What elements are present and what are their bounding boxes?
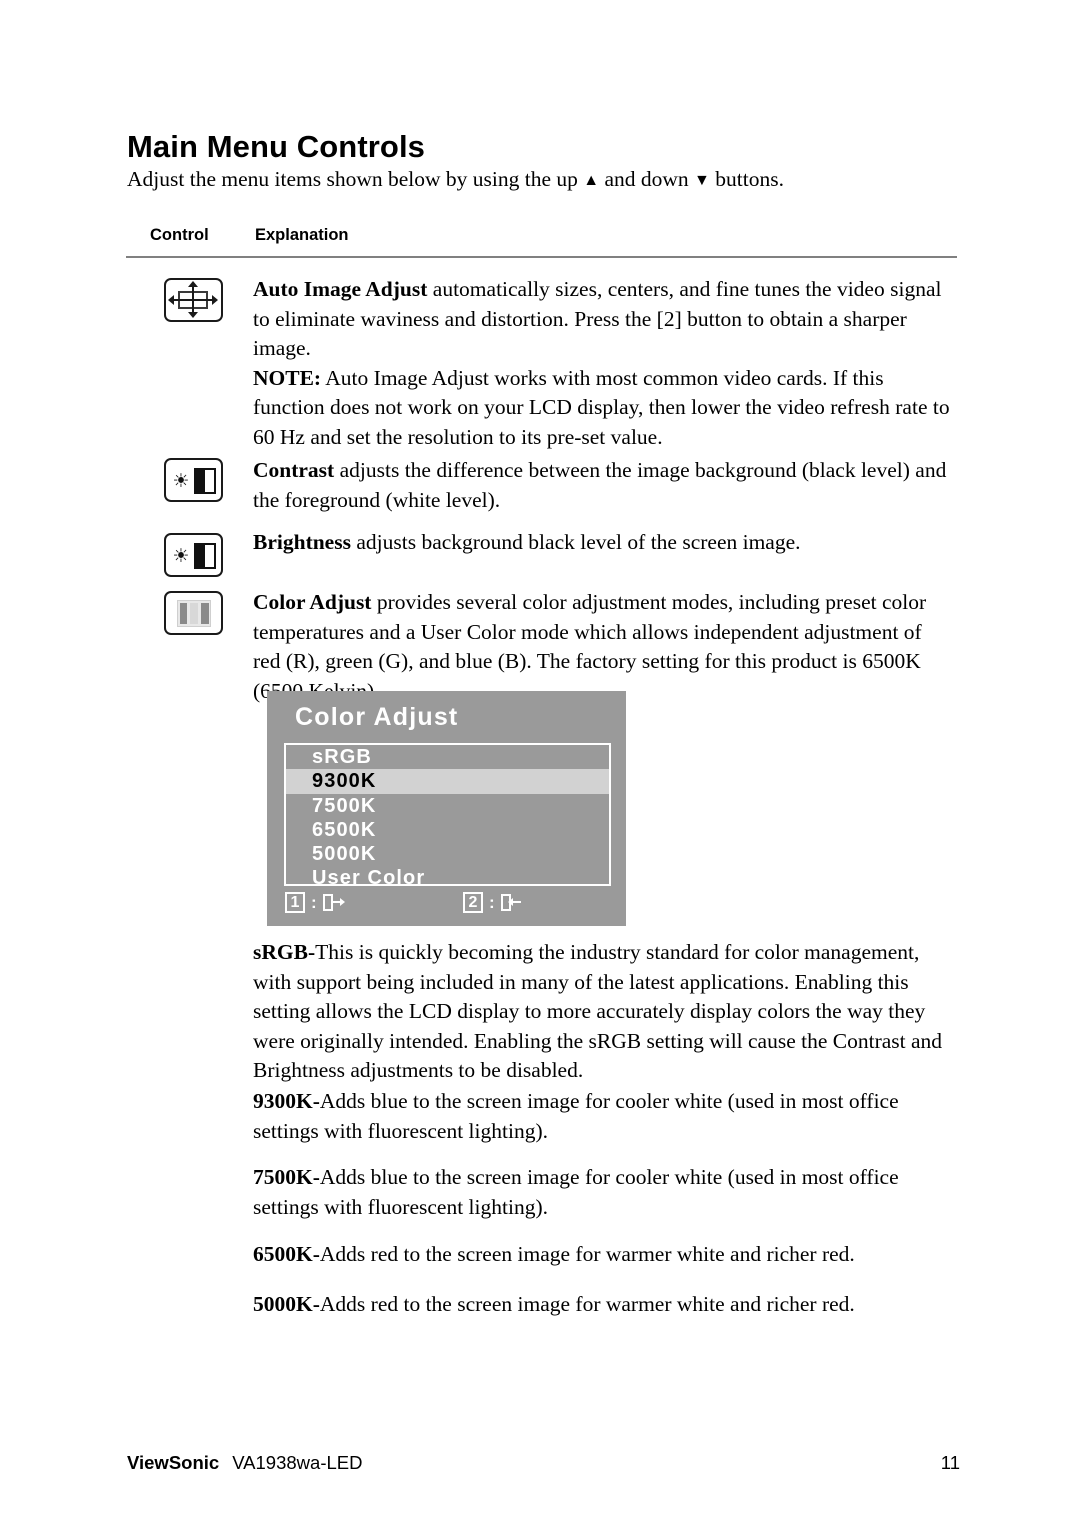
- definition-6500k: 6500K-Adds red to the screen image for w…: [253, 1240, 955, 1270]
- contrast-icon: ☀: [164, 458, 223, 502]
- osd-option-srgb[interactable]: sRGB: [286, 745, 609, 770]
- intro-suffix: buttons.: [709, 167, 784, 191]
- osd-title: Color Adjust: [295, 703, 459, 731]
- control-icon-cell: ☀: [164, 458, 223, 502]
- exit-page-right-icon: [322, 893, 345, 913]
- definition-term: 6500K-: [253, 1242, 320, 1266]
- header-divider: [126, 256, 957, 258]
- definition-body: Adds red to the screen image for warmer …: [319, 1242, 855, 1266]
- explanation-text: Brightness adjusts background black leve…: [253, 528, 953, 558]
- control-icon-cell: ☀: [164, 533, 223, 577]
- term-label: Auto Image Adjust: [253, 277, 428, 301]
- definition-srgb: sRGB-This is quickly becoming the indust…: [253, 938, 955, 1086]
- definition-body: This is quickly becoming the industry st…: [253, 940, 943, 1083]
- definition-body: Adds red to the screen image for warmer …: [319, 1292, 855, 1316]
- definition-term: 5000K-: [253, 1292, 320, 1316]
- note-label: NOTE:: [253, 365, 322, 390]
- note-body: Auto Image Adjust works with most common…: [253, 365, 950, 449]
- osd-option-5000k[interactable]: 5000K: [286, 842, 609, 867]
- term-label: Contrast: [253, 458, 335, 482]
- color-adjust-icon: [164, 591, 223, 635]
- column-header-control: Control: [150, 226, 209, 244]
- control-icon-cell: [164, 278, 223, 322]
- osd-key-hints: 1 : 2 :: [284, 891, 611, 919]
- column-header-explanation: Explanation: [255, 226, 349, 244]
- contrast-swatch-icon: [194, 468, 216, 494]
- brightness-icon: ☀: [164, 533, 223, 577]
- intro-middle: and down: [599, 167, 695, 191]
- footer-brand: ViewSonic VA1938wa-LED: [127, 1452, 362, 1474]
- sun-icon: ☀: [172, 545, 190, 567]
- sun-icon: ☀: [172, 470, 190, 492]
- osd-key-hint-2: 2 :: [463, 892, 522, 913]
- osd-key-number-1: 1: [285, 892, 305, 913]
- brightness-swatch-icon: [194, 543, 216, 569]
- term-body: adjusts the difference between the image…: [253, 458, 947, 512]
- up-triangle-icon: ▲: [583, 172, 600, 189]
- definition-body: Adds blue to the screen image for cooler…: [253, 1165, 899, 1219]
- control-icon-cell: [164, 591, 223, 635]
- explanation-text: Color Adjust provides several color adju…: [253, 588, 953, 706]
- definition-7500k: 7500K-Adds blue to the screen image for …: [253, 1163, 955, 1222]
- osd-key-separator-2: :: [489, 892, 495, 912]
- enter-page-left-icon: [500, 893, 522, 913]
- osd-color-adjust-panel: Color Adjust sRGB 9300K 7500K 6500K 5000…: [267, 691, 626, 926]
- osd-option-user-color[interactable]: User Color: [286, 866, 609, 884]
- osd-key-separator-1: :: [311, 892, 317, 912]
- footer-brand-name: ViewSonic: [127, 1452, 220, 1473]
- term-label: Brightness: [253, 530, 351, 554]
- term-body: adjusts background black level of the sc…: [350, 530, 801, 554]
- osd-option-6500k[interactable]: 6500K: [286, 817, 609, 843]
- page-title: Main Menu Controls: [127, 128, 426, 164]
- term-label: Color Adjust: [253, 590, 372, 614]
- definition-term: 9300K-: [253, 1089, 320, 1113]
- definition-5000k: 5000K-Adds red to the screen image for w…: [253, 1290, 955, 1320]
- definition-term: 7500K-: [253, 1165, 320, 1189]
- osd-key-hint-1: 1 :: [285, 892, 345, 913]
- explanation-text: Contrast adjusts the difference between …: [253, 456, 953, 515]
- explanation-text: Auto Image Adjust automatically sizes, c…: [253, 275, 953, 453]
- auto-image-adjust-icon: [164, 278, 223, 322]
- definition-9300k: 9300K-Adds blue to the screen image for …: [253, 1087, 955, 1146]
- document-page: Main Menu Controls Adjust the menu items…: [0, 0, 1080, 1527]
- definition-term: sRGB-: [253, 940, 316, 964]
- osd-key-number-2: 2: [463, 892, 483, 913]
- down-triangle-icon: ▼: [694, 172, 710, 189]
- footer-model-name: VA1938wa-LED: [232, 1452, 363, 1473]
- osd-option-9300k[interactable]: 9300K: [286, 769, 609, 794]
- osd-option-list: sRGB 9300K 7500K 6500K 5000K User Color: [284, 743, 611, 886]
- osd-option-7500k[interactable]: 7500K: [286, 793, 609, 818]
- intro-paragraph: Adjust the menu items shown below by usi…: [127, 166, 784, 194]
- intro-prefix: Adjust the menu items shown below by usi…: [127, 167, 584, 191]
- footer-page-number: 11: [940, 1452, 960, 1473]
- definition-body: Adds blue to the screen image for cooler…: [253, 1089, 899, 1143]
